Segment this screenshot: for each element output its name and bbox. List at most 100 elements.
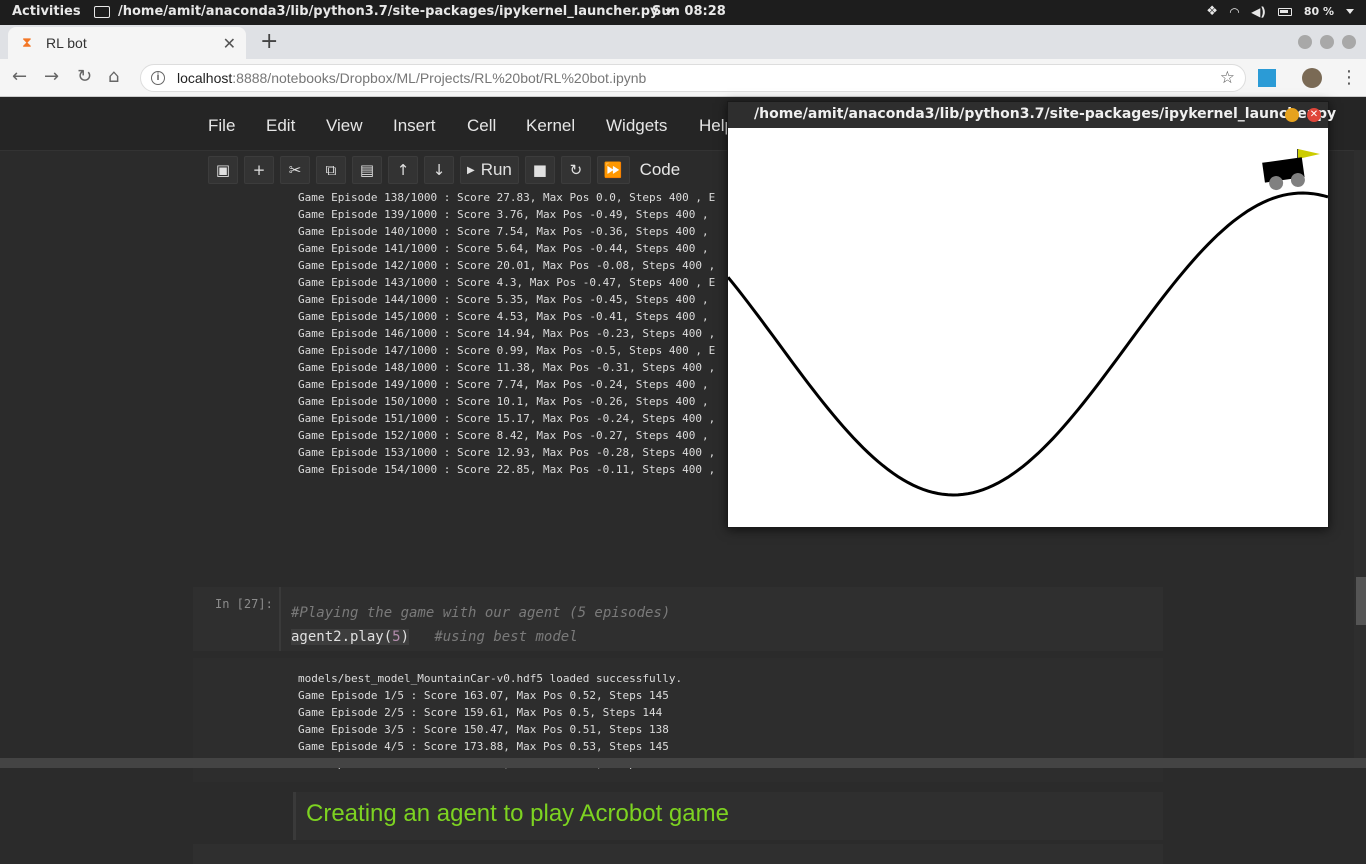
more-menu-icon[interactable]: ⋮	[1340, 67, 1358, 88]
play-icon: ▶	[467, 164, 475, 176]
output-line: Game Episode 142/1000 : Score 20.01, Max…	[298, 259, 716, 272]
app-menu-title: /home/amit/anaconda3/lib/python3.7/site-…	[118, 4, 659, 19]
output-line: Game Episode 154/1000 : Score 22.85, Max…	[298, 463, 716, 476]
output-line: Game Episode 148/1000 : Score 11.38, Max…	[298, 361, 716, 374]
car	[1262, 157, 1305, 191]
navigation-bar: ← → ↻ ⌂ i localhost :8888/notebooks/Drop…	[0, 59, 1366, 97]
tab-title: RL bot	[46, 35, 87, 51]
info-icon[interactable]: i	[151, 71, 165, 85]
window-titlebar[interactable]: /home/amit/anaconda3/lib/python3.7/site-…	[728, 102, 1336, 128]
minimize-button[interactable]	[1298, 35, 1312, 49]
code-call: agent2.play(5)	[291, 629, 410, 645]
url-host: localhost	[177, 70, 233, 86]
output-line: Game Episode 149/1000 : Score 7.74, Max …	[298, 378, 709, 391]
menu-view[interactable]: View	[326, 116, 363, 136]
output-line: Game Episode 139/1000 : Score 3.76, Max …	[298, 208, 709, 221]
output-line: Game Episode 141/1000 : Score 5.64, Max …	[298, 242, 709, 255]
tab-strip: ⧗ RL bot ✕ +	[0, 25, 1366, 59]
close-icon[interactable]: ✕	[223, 34, 236, 53]
add-cell-icon[interactable]: +	[244, 156, 274, 184]
output-line: Game Episode 146/1000 : Score 14.94, Max…	[298, 327, 716, 340]
maximize-button[interactable]	[1320, 35, 1334, 49]
hourglass-icon: ⧗	[22, 35, 32, 51]
play-output: models/best_model_MountainCar-v0.hdf5 lo…	[298, 670, 682, 772]
output-line: Game Episode 147/1000 : Score 0.99, Max …	[298, 344, 716, 357]
copy-icon[interactable]: ⧉	[316, 156, 346, 184]
output-line: Game Episode 144/1000 : Score 5.35, Max …	[298, 293, 709, 306]
gym-render-window[interactable]: /home/amit/anaconda3/lib/python3.7/site-…	[727, 101, 1336, 528]
code-inline-comment: #using best model	[434, 629, 578, 645]
output-line: Game Episode 152/1000 : Score 8.42, Max …	[298, 429, 709, 442]
activities-button[interactable]: Activities	[12, 4, 81, 19]
training-output: Game Episode 138/1000 : Score 27.83, Max…	[298, 192, 715, 478]
code-cell[interactable]: In [27]: #Playing the game with our agen…	[193, 587, 1163, 651]
menu-file[interactable]: File	[208, 116, 235, 136]
menu-edit[interactable]: Edit	[266, 116, 295, 136]
save-icon[interactable]: ▣	[208, 156, 238, 184]
vertical-scrollbar[interactable]	[1354, 150, 1366, 760]
wifi-icon: ◠	[1229, 4, 1240, 19]
output-line: Game Episode 153/1000 : Score 12.93, Max…	[298, 446, 716, 459]
notebook-toolbar: ▣ + ✂ ⧉ ▤ ↑ ↓ ▶ Run ■ ↻ ⏩ Code	[208, 155, 680, 185]
output-line: Game Episode 3/5 : Score 150.47, Max Pos…	[298, 723, 669, 736]
system-top-bar: Activities /home/amit/anaconda3/lib/pyth…	[0, 0, 1366, 25]
battery-icon	[1277, 7, 1292, 16]
markdown-heading: Creating an agent to play Acrobot game	[306, 800, 729, 827]
next-cell[interactable]	[193, 844, 1163, 864]
menu-kernel[interactable]: Kernel	[526, 116, 575, 136]
window-controls	[1298, 35, 1356, 49]
dropbox-icon[interactable]: ❖	[1206, 4, 1218, 19]
code-number: 5	[392, 629, 401, 645]
chevron-down-icon[interactable]	[1346, 9, 1354, 14]
cell-prompt: In [27]:	[215, 597, 273, 611]
close-window-button[interactable]	[1342, 35, 1356, 49]
mountain-car-canvas	[728, 149, 1328, 497]
run-button[interactable]: ▶ Run	[460, 156, 519, 184]
horizontal-scrollbar[interactable]	[0, 758, 1366, 768]
code-function: agent2.play(	[291, 629, 393, 645]
cell-gutter	[279, 587, 281, 651]
paste-icon[interactable]: ▤	[352, 156, 382, 184]
avatar[interactable]	[1302, 68, 1322, 88]
cut-icon[interactable]: ✂	[280, 156, 310, 184]
output-line: models/best_model_MountainCar-v0.hdf5 lo…	[298, 672, 683, 685]
reload-icon[interactable]: ↻	[77, 66, 92, 87]
code-comment: #Playing the game with our agent (5 epis…	[291, 605, 671, 621]
fast-forward-icon[interactable]: ⏩	[596, 156, 630, 184]
app-menu[interactable]: /home/amit/anaconda3/lib/python3.7/site-…	[94, 4, 673, 19]
cell-type-select[interactable]: Code	[640, 160, 681, 180]
restart-icon[interactable]: ↻	[560, 156, 591, 184]
mountain-curve	[728, 191, 1328, 497]
move-up-icon[interactable]: ↑	[388, 156, 418, 184]
menu-cell[interactable]: Cell	[467, 116, 496, 136]
output-line: Game Episode 140/1000 : Score 7.54, Max …	[298, 225, 709, 238]
window-icon	[94, 5, 110, 18]
tab-rl-bot[interactable]: ⧗ RL bot ✕	[8, 27, 246, 59]
code-paren: )	[400, 629, 410, 645]
url-path: :8888/notebooks/Dropbox/ML/Projects/RL%2…	[232, 70, 647, 86]
back-arrow-icon[interactable]: ←	[12, 66, 27, 87]
window-title: /home/amit/anaconda3/lib/python3.7/site-…	[754, 106, 1337, 122]
home-icon[interactable]: ⌂	[108, 66, 119, 87]
extension-icon[interactable]	[1258, 69, 1276, 87]
battery-percent: 80 %	[1303, 5, 1334, 18]
output-line: Game Episode 151/1000 : Score 15.17, Max…	[298, 412, 716, 425]
output-line: Game Episode 138/1000 : Score 27.83, Max…	[298, 192, 716, 204]
output-line: Game Episode 4/5 : Score 173.88, Max Pos…	[298, 740, 669, 753]
address-bar[interactable]: i localhost :8888/notebooks/Dropbox/ML/P…	[140, 64, 1246, 92]
minimize-button[interactable]	[1285, 108, 1299, 122]
bookmark-star-icon[interactable]: ☆	[1220, 68, 1235, 88]
new-tab-button[interactable]: +	[260, 29, 278, 54]
move-down-icon[interactable]: ↓	[424, 156, 454, 184]
output-line: Game Episode 145/1000 : Score 4.53, Max …	[298, 310, 709, 323]
scrollbar-thumb[interactable]	[1356, 577, 1366, 625]
system-tray[interactable]: ❖ ◠ ◀) 80 %	[1206, 4, 1354, 19]
menu-widgets[interactable]: Widgets	[606, 116, 667, 136]
forward-arrow-icon[interactable]: →	[44, 66, 59, 87]
code-editor[interactable]: #Playing the game with our agent (5 epis…	[291, 601, 670, 649]
markdown-cell[interactable]: Creating an agent to play Acrobot game	[293, 792, 1163, 840]
stop-icon[interactable]: ■	[524, 156, 555, 184]
clock[interactable]: Sun 08:28	[652, 4, 726, 19]
close-button[interactable]: ✕	[1307, 108, 1321, 122]
menu-insert[interactable]: Insert	[393, 116, 436, 136]
